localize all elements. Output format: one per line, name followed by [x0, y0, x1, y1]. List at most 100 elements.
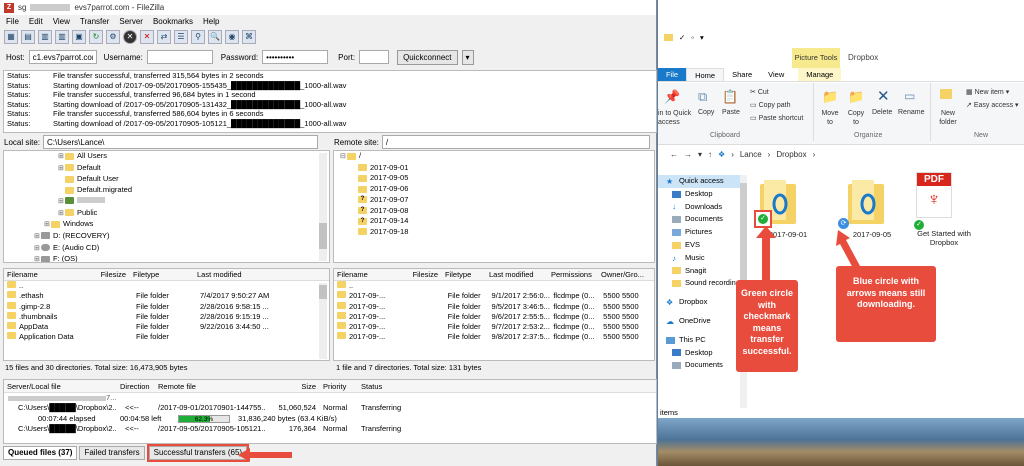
file-row[interactable]: ..: [4, 281, 329, 291]
nav-snagit[interactable]: Snagit: [658, 265, 740, 278]
nav-desktop[interactable]: Desktop: [658, 188, 740, 201]
column-header[interactable]: Filetype: [442, 269, 486, 280]
column-header[interactable]: Priority: [320, 380, 358, 392]
password-input[interactable]: [262, 50, 329, 64]
site-manager-icon[interactable]: ▦: [4, 30, 18, 44]
folder-item-2017-09-05[interactable]: [844, 178, 888, 228]
username-input[interactable]: [146, 50, 213, 64]
easy-access-button[interactable]: ↗ Easy access ▾: [966, 101, 1019, 109]
cut-button[interactable]: ✂ Cut: [750, 88, 769, 96]
tree-item[interactable]: ⊞ F: (OS): [34, 254, 329, 262]
toggle-local-tree-icon[interactable]: ▥: [38, 30, 52, 44]
file-row[interactable]: 2017-09-... File folder 9/1/2017 2:56:0...…: [334, 291, 654, 301]
nav-documents[interactable]: Documents: [658, 213, 740, 226]
tree-item[interactable]: 2017-09-18: [340, 227, 654, 238]
tree-item[interactable]: ⊞ Public: [34, 208, 329, 220]
column-header[interactable]: Status: [358, 380, 428, 392]
breadcrumb-lance[interactable]: Lance: [740, 150, 762, 159]
column-header[interactable]: Last modified: [486, 269, 548, 280]
qat-dropdown-icon[interactable]: ▾: [700, 33, 704, 42]
copy-button[interactable]: Copy: [698, 109, 714, 116]
toggle-queue-icon[interactable]: ▣: [72, 30, 86, 44]
tree-item[interactable]: ? 2017-09-08: [340, 206, 654, 217]
nav-evs[interactable]: EVS: [658, 239, 740, 252]
file-row[interactable]: .gimp-2.8 File folder 2/28/2016 9:58:15 ..…: [4, 301, 329, 312]
refresh-icon[interactable]: ↻: [89, 30, 103, 44]
toggle-log-icon[interactable]: ▤: [21, 30, 35, 44]
menu-transfer[interactable]: Transfer: [80, 17, 110, 26]
remote-site-input[interactable]: [381, 135, 650, 149]
column-header[interactable]: Remote file: [155, 380, 265, 392]
queue-row[interactable]: C:\Users\█████\Dropbox\2... <<-- /2017-0…: [4, 424, 656, 434]
tree-item[interactable]: ⊞ D: (RECOVERY): [34, 231, 329, 243]
file-row[interactable]: 2017-09-... File folder 9/6/2017 2:55:5...…: [334, 311, 654, 322]
tab-failed-transfers[interactable]: Failed transfers: [79, 446, 145, 460]
queue-row[interactable]: C:\Users\█████\Dropbox\2... <<-- /2017-0…: [4, 403, 656, 413]
queue-row[interactable]: 7...: [4, 393, 656, 403]
tree-item[interactable]: ⊞ Windows: [34, 219, 329, 231]
file-row[interactable]: 2017-09-... File folder 9/5/2017 3:46:5...…: [334, 301, 654, 312]
scrollbar[interactable]: [319, 283, 327, 359]
tree-item[interactable]: ⊞: [34, 196, 329, 208]
tree-item[interactable]: ⊞ Default: [34, 163, 329, 175]
rename-button[interactable]: Rename: [898, 109, 924, 116]
column-header[interactable]: Filesize: [402, 269, 442, 280]
process-queue-icon[interactable]: ⚙: [106, 30, 120, 44]
tab-queued-files[interactable]: Queued files (37): [3, 446, 78, 460]
search-icon[interactable]: 🔍: [208, 30, 222, 44]
directory-listing-icon[interactable]: ☰: [174, 30, 188, 44]
reconnect-icon[interactable]: ⇄: [157, 30, 171, 44]
nav-dropbox[interactable]: ❖ Dropbox: [658, 296, 740, 309]
breadcrumb-dropbox[interactable]: Dropbox: [776, 150, 806, 159]
menu-view[interactable]: View: [53, 17, 70, 26]
tree-item[interactable]: ⊞ E: (Audio CD): [34, 243, 329, 255]
up-dropdown-icon[interactable]: ▾: [698, 150, 702, 159]
menu-file[interactable]: File: [6, 17, 19, 26]
qat-check-icon[interactable]: ✓: [679, 33, 685, 42]
port-input[interactable]: [359, 50, 390, 64]
tree-item[interactable]: ⊟ /: [340, 151, 654, 163]
file-row[interactable]: ..: [334, 281, 654, 291]
tab-view[interactable]: View: [760, 68, 792, 81]
nav-music[interactable]: ♪ Music: [658, 252, 740, 265]
delete-button[interactable]: Delete: [872, 109, 892, 116]
menu-server[interactable]: Server: [119, 17, 143, 26]
file-row[interactable]: .thumbnails File folder 2/28/2016 9:15:19 …: [4, 311, 329, 322]
file-row[interactable]: .ethash File folder 7/4/2017 9:50:27 AM: [4, 291, 329, 301]
menu-help[interactable]: Help: [203, 17, 219, 26]
column-header[interactable]: Last modified: [194, 269, 314, 280]
nav-sound-recording[interactable]: Sound recording: [658, 277, 740, 290]
quickconnect-button[interactable]: Quickconnect: [397, 49, 458, 65]
column-header[interactable]: Filename: [334, 269, 402, 280]
nav-onedrive[interactable]: ☁ OneDrive: [658, 315, 740, 328]
toggle-remote-tree-icon[interactable]: ▥: [55, 30, 69, 44]
tab-manage[interactable]: Manage: [798, 68, 842, 81]
qat-folder-icon[interactable]: [664, 34, 673, 41]
copy-to-button[interactable]: Copy to: [844, 109, 868, 127]
move-to-button[interactable]: Move to: [818, 109, 842, 127]
nav-downloads[interactable]: ↓ Downloads: [658, 201, 740, 214]
filter-icon[interactable]: ⚲: [191, 30, 205, 44]
pin-quick-access-button[interactable]: in to Quick access: [658, 109, 692, 127]
up-icon[interactable]: ↑: [708, 150, 712, 159]
forward-icon[interactable]: →: [684, 150, 692, 159]
new-item-button[interactable]: ▦ New item ▾: [966, 88, 1009, 96]
sync-browsing-icon[interactable]: ◉: [225, 30, 239, 44]
tree-item[interactable]: 2017-09-05: [340, 173, 654, 184]
file-row[interactable]: Application Data File folder: [4, 332, 329, 342]
copy-path-button[interactable]: ▭ Copy path: [750, 101, 790, 109]
file-row[interactable]: 2017-09-... File folder 9/7/2017 2:53:2...…: [334, 322, 654, 332]
local-site-input[interactable]: [43, 135, 319, 149]
tab-home[interactable]: Home: [686, 68, 725, 81]
nav-this-pc[interactable]: This PC: [658, 334, 740, 347]
qat-doc-icon[interactable]: ▫: [691, 33, 694, 42]
tree-item[interactable]: Default User: [34, 174, 329, 185]
paste-button[interactable]: Paste: [722, 109, 740, 116]
cancel-icon[interactable]: ✕: [123, 30, 137, 44]
menu-edit[interactable]: Edit: [29, 17, 43, 26]
host-input[interactable]: [28, 50, 97, 64]
tree-item[interactable]: ⊞ All Users: [34, 151, 329, 163]
column-header[interactable]: Filename: [4, 269, 88, 280]
column-header[interactable]: Direction: [117, 380, 155, 392]
nav-pictures[interactable]: Pictures: [658, 226, 740, 239]
